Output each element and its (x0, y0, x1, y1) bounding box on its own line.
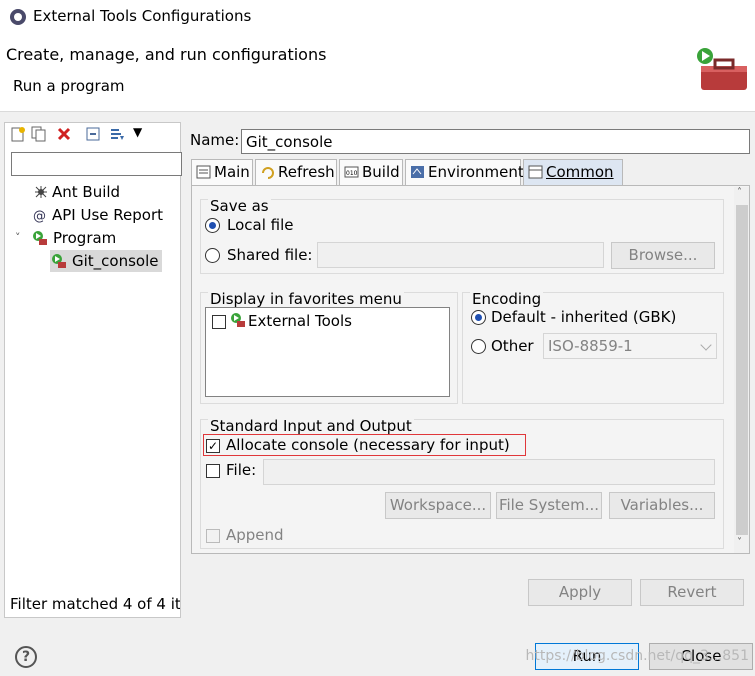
file-checkbox[interactable] (206, 464, 220, 478)
api-report-icon: @ (33, 209, 46, 223)
scroll-thumb[interactable] (736, 205, 748, 535)
encoding-group: Encoding Default - inherited (GBK) Other… (462, 290, 724, 404)
other-encoding-radio[interactable] (471, 339, 486, 354)
collapse-all-icon[interactable] (85, 126, 101, 142)
header-subtitle: Run a program (13, 77, 125, 95)
other-encoding-label: Other (491, 337, 534, 355)
shared-file-label: Shared file: (227, 246, 313, 264)
build-tab-icon: 010 (344, 166, 359, 178)
std-io-group: Standard Input and Output ✓ Allocate con… (200, 417, 724, 549)
highlight-box (203, 434, 526, 456)
svg-text:010: 010 (346, 170, 358, 177)
common-tab-content: Save as Local file Shared file: Browse..… (191, 185, 750, 554)
external-tools-label: External Tools (248, 312, 352, 330)
tab-common[interactable]: Common (523, 159, 623, 185)
ant-build-icon (35, 186, 47, 198)
tree-item-git-console[interactable]: Git_console (50, 250, 162, 272)
tab-refresh[interactable]: Refresh (255, 159, 337, 185)
tab-label: Common (546, 163, 614, 181)
tab-label: Refresh (278, 163, 335, 181)
std-io-label: Standard Input and Output (208, 417, 414, 435)
revert-button[interactable]: Revert (640, 579, 744, 606)
svg-text:@: @ (33, 209, 46, 223)
save-as-group: Save as Local file Shared file: Browse..… (200, 197, 724, 274)
tree-item-program[interactable]: ˅ Program (15, 227, 175, 249)
default-encoding-label: Default - inherited (GBK) (491, 308, 677, 326)
configuration-tree-panel: ▼ Ant Build @ API Use Report ˅ Program G… (4, 122, 182, 618)
local-file-radio[interactable] (205, 218, 220, 233)
favorites-list[interactable]: External Tools (205, 307, 450, 397)
dialog-header: Create, manage, and run configurations R… (0, 34, 755, 112)
tree-item-label: Git_console (72, 252, 159, 270)
scroll-up-icon[interactable]: ˄ (737, 187, 742, 198)
save-as-label: Save as (208, 197, 271, 215)
window-title-bar: External Tools Configurations (0, 0, 755, 34)
environment-tab-icon (411, 166, 424, 178)
program-config-icon (52, 254, 66, 268)
header-title: Create, manage, and run configurations (6, 45, 327, 64)
eclipse-gear-icon (10, 9, 26, 25)
refresh-tab-icon (262, 167, 274, 179)
filter-status: Filter matched 4 of 4 ite (10, 595, 180, 613)
external-tools-checkbox[interactable] (212, 315, 226, 329)
filter-icon[interactable] (109, 126, 125, 142)
program-icon (33, 231, 47, 245)
common-tab-icon (528, 165, 543, 179)
delete-icon[interactable] (56, 126, 72, 142)
encoding-label: Encoding (470, 290, 544, 308)
apply-button[interactable]: Apply (528, 579, 632, 606)
file-field[interactable] (263, 459, 715, 485)
scroll-down-icon[interactable]: ˅ (737, 537, 742, 548)
variables-button[interactable]: Variables... (609, 492, 715, 519)
tab-build[interactable]: 010 Build (339, 159, 403, 185)
name-input[interactable] (241, 129, 750, 154)
shared-file-field[interactable] (317, 242, 604, 268)
tree-item-label: Program (53, 229, 117, 247)
tree-item-label: API Use Report (52, 206, 164, 224)
append-checkbox[interactable] (206, 529, 220, 543)
name-label: Name: (190, 131, 240, 149)
toolbox-icon (697, 48, 747, 90)
tab-label: Build (362, 163, 400, 181)
file-label: File: (226, 461, 257, 479)
browse-button[interactable]: Browse... (611, 242, 715, 269)
tree-item-ant-build[interactable]: Ant Build (33, 181, 173, 203)
tab-label: Main (214, 163, 250, 181)
view-menu-icon[interactable]: ▼ (133, 125, 142, 139)
configuration-editor: Name: Main Refresh 010 Build Environment… (185, 122, 755, 618)
duplicate-icon[interactable] (31, 126, 47, 142)
favorites-group: Display in favorites menu External Tools (200, 290, 458, 404)
other-encoding-select[interactable]: ISO-8859-1 (543, 333, 717, 359)
tab-label: Environment (428, 163, 524, 181)
tree-item-api-use-report[interactable]: @ API Use Report (33, 204, 173, 226)
chevron-down-icon (700, 339, 712, 351)
new-config-icon[interactable] (10, 126, 26, 142)
local-file-label: Local file (227, 216, 294, 234)
favorites-label: Display in favorites menu (208, 290, 404, 308)
shared-file-radio[interactable] (205, 248, 220, 263)
window-title: External Tools Configurations (33, 7, 252, 25)
vertical-scrollbar[interactable]: ˄ ˅ (734, 187, 749, 553)
main-tab-icon (196, 165, 211, 179)
file-system-button[interactable]: File System... (496, 492, 602, 519)
watermark: https://blog.csdn.net/qq_3...851 (525, 648, 749, 664)
tab-bar: Main Refresh 010 Build Environment Commo… (191, 159, 750, 185)
filter-input[interactable] (11, 152, 182, 176)
tree-item-label: Ant Build (52, 183, 121, 201)
workspace-button[interactable]: Workspace... (385, 492, 491, 519)
tab-main[interactable]: Main (191, 159, 253, 185)
tab-environment[interactable]: Environment (405, 159, 524, 185)
external-tools-icon (231, 313, 245, 327)
chevron-down-icon[interactable]: ˅ (15, 227, 21, 249)
default-encoding-radio[interactable] (471, 310, 486, 325)
append-label: Append (226, 526, 284, 544)
help-icon[interactable]: ? (15, 646, 37, 668)
other-encoding-value: ISO-8859-1 (548, 337, 633, 355)
